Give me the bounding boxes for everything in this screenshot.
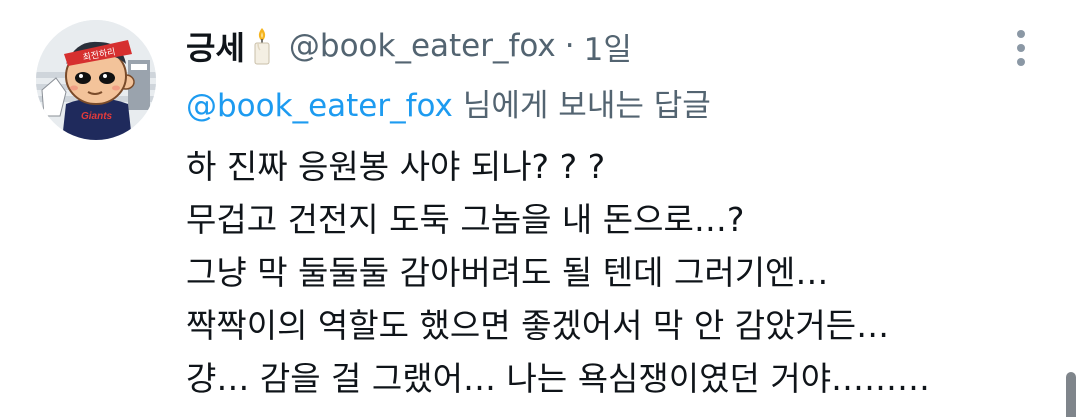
vertical-ellipsis-icon[interactable] xyxy=(1004,26,1038,70)
scrollbar-thumb[interactable] xyxy=(1066,372,1076,417)
tweet-header: 긍세 @book_eater_fox · 1일 xyxy=(186,24,632,68)
avatar-jersey-text: Giants xyxy=(81,111,113,122)
separator-dot: · xyxy=(564,28,575,64)
tweet-text-line: 하 진짜 응원봉 사야 되나? ? ? xyxy=(186,147,606,186)
tweet-text-line: 무겁고 건전지 도둑 그놈을 내 돈으로…? xyxy=(186,200,745,239)
tweet-text-line: 짝짝이의 역할도 했으면 좋겠어서 막 안 감았거든… xyxy=(186,306,890,345)
display-name[interactable]: 긍세 xyxy=(186,23,245,69)
reply-mention-link[interactable]: @book_eater_fox xyxy=(186,88,453,124)
author-handle[interactable]: @book_eater_fox xyxy=(289,28,556,64)
reply-context: @book_eater_fox 님에게 보내는 답글 xyxy=(186,80,711,125)
tweet-text-line: 그냥 막 둘둘둘 감아버려도 될 텐데 그러기엔… xyxy=(186,253,829,292)
avatar[interactable]: Giants 최전하리 xyxy=(36,20,156,140)
reply-context-label: 님에게 보내는 답글 xyxy=(462,88,711,124)
tweet-card[interactable]: Giants 최전하리 긍세 @book_eater_fox · 1일 @boo… xyxy=(0,0,1079,417)
avatar-illustration: Giants 최전하리 xyxy=(36,20,156,140)
timestamp[interactable]: 1일 xyxy=(584,24,632,69)
candle-icon xyxy=(249,26,275,66)
tweet-body: 하 진짜 응원봉 사야 되나? ? ? 무겁고 건전지 도둑 그놈을 내 돈으로… xyxy=(186,140,930,405)
tweet-text-line: 걍… 감을 걸 그랬어… 나는 욕심쟁이였던 거야……… xyxy=(186,359,931,398)
